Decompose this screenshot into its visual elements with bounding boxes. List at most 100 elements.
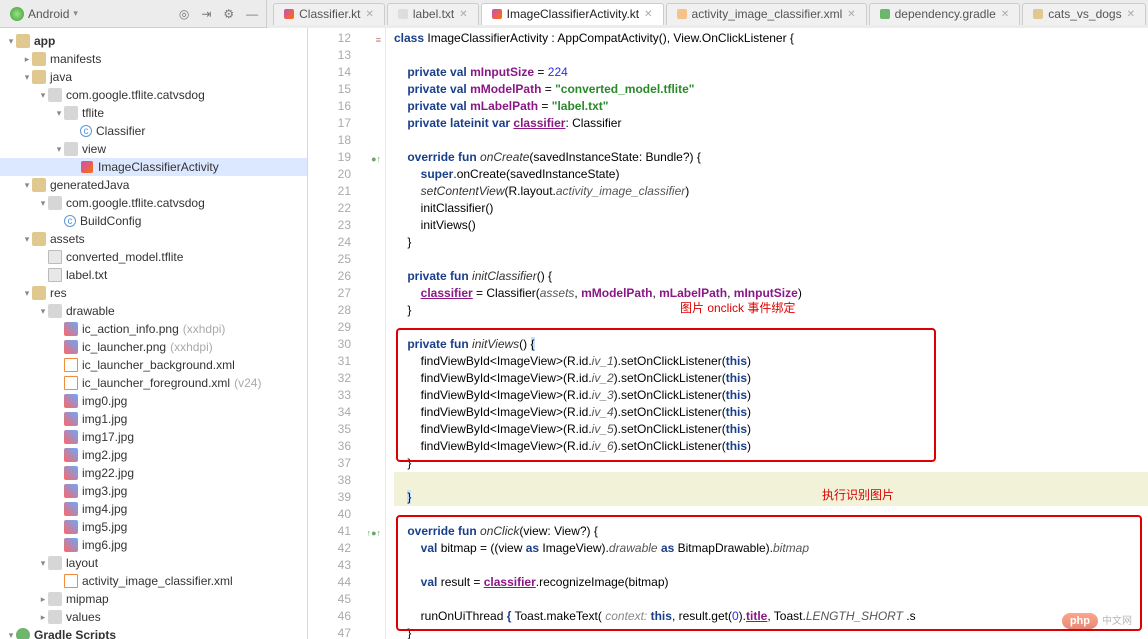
tree-classifier[interactable]: cClassifier [0,122,307,140]
xml-icon [64,358,78,372]
folder-icon [32,232,46,246]
tree-values[interactable]: ▸values [0,608,307,626]
tab-cats-vs-dogs[interactable]: cats_vs_dogs✕ [1022,3,1146,25]
chevron-down-icon: ▾ [73,8,78,19]
tree-img2-jpg[interactable]: img2.jpg [0,446,307,464]
img2-icon [64,430,78,444]
gear-icon[interactable]: ⚙ [223,7,234,21]
tree-res[interactable]: ▾res [0,284,307,302]
tree-ic-action-info-png[interactable]: ic_action_info.png(xxhdpi) [0,320,307,338]
tree-ic-launcher-background-xml[interactable]: ic_launcher_background.xml [0,356,307,374]
img2-icon [64,466,78,480]
tree-buildconfig[interactable]: cBuildConfig [0,212,307,230]
tree-img3-jpg[interactable]: img3.jpg [0,482,307,500]
tree-img22-jpg[interactable]: img22.jpg [0,464,307,482]
pkg-icon [64,106,78,120]
pkg-icon [64,142,78,156]
xml-icon [64,574,78,588]
tab-activity-image-classifier-xml[interactable]: activity_image_classifier.xml✕ [666,3,867,25]
close-icon[interactable]: ✕ [1127,9,1135,20]
tab-imageclassifieractivity-kt[interactable]: ImageClassifierActivity.kt✕ [481,3,664,25]
folder-icon [32,286,46,300]
tree-tflite[interactable]: ▾tflite [0,104,307,122]
tree-arrow-icon: ▾ [38,90,48,101]
project-selector[interactable]: Android ▾ [0,7,88,21]
tree-view[interactable]: ▾view [0,140,307,158]
tree-arrow-icon: ▾ [22,180,32,191]
tree-img17-jpg[interactable]: img17.jpg [0,428,307,446]
folder-icon [16,34,30,48]
tree-arrow-icon: ▾ [22,234,32,245]
gutter: 12≡13141516171819●↑202122232425262728293… [308,28,386,639]
collapse-icon[interactable]: ⇥ [201,7,211,21]
android-icon [10,7,24,21]
tree-com-google-tflite-catvsdog[interactable]: ▾com.google.tflite.catvsdog [0,194,307,212]
project-name: Android [28,7,69,21]
tab-dependency-gradle[interactable]: dependency.gradle✕ [869,3,1021,25]
tree-img0-jpg[interactable]: img0.jpg [0,392,307,410]
target-icon[interactable]: ◎ [179,7,189,21]
close-icon[interactable]: ✕ [366,9,374,20]
gradle-icon [16,628,30,639]
tree-manifests[interactable]: ▸manifests [0,50,307,68]
tree-ic-launcher-png[interactable]: ic_launcher.png(xxhdpi) [0,338,307,356]
close-icon[interactable]: ✕ [644,9,652,20]
project-tree[interactable]: ▾app▸manifests▾java▾com.google.tflite.ca… [0,28,308,639]
pkg-icon [48,556,62,570]
pkg-icon [48,304,62,318]
tree-label-txt[interactable]: label.txt [0,266,307,284]
img2-icon [64,538,78,552]
tree-arrow-icon: ▾ [6,36,16,47]
watermark: php中文网 [1062,612,1132,627]
toolbar-icons: ◎ ⇥ ⚙ — [179,7,266,21]
close-icon[interactable]: ✕ [459,9,467,20]
tree-img6-jpg[interactable]: img6.jpg [0,536,307,554]
tree-ic-launcher-foreground-xml[interactable]: ic_launcher_foreground.xml(v24) [0,374,307,392]
minimize-icon[interactable]: — [246,7,258,21]
img2-icon [64,340,78,354]
txt-icon [398,9,408,19]
tree-com-google-tflite-catvsdog[interactable]: ▾com.google.tflite.catvsdog [0,86,307,104]
tree-img1-jpg[interactable]: img1.jpg [0,410,307,428]
img2-icon [64,448,78,462]
code-area[interactable]: class ImageClassifierActivity : AppCompa… [386,28,1148,639]
file-icon [48,250,62,264]
tree-img4-jpg[interactable]: img4.jpg [0,500,307,518]
tree-assets[interactable]: ▾assets [0,230,307,248]
tree-arrow-icon: ▾ [38,306,48,317]
tree-arrow-icon: ▾ [38,558,48,569]
cls-icon: c [80,125,92,137]
tree-app[interactable]: ▾app [0,32,307,50]
tree-arrow-icon: ▸ [38,594,48,605]
kt-icon [284,9,294,19]
tree-converted-model-tflite[interactable]: converted_model.tflite [0,248,307,266]
close-icon[interactable]: ✕ [847,9,855,20]
tree-layout[interactable]: ▾layout [0,554,307,572]
tree-generatedjava[interactable]: ▾generatedJava [0,176,307,194]
tree-arrow-icon: ▾ [54,108,64,119]
tree-arrow-icon: ▸ [38,612,48,623]
close-icon[interactable]: ✕ [1001,9,1009,20]
folder-icon [32,52,46,66]
tree-drawable[interactable]: ▾drawable [0,302,307,320]
pkg-icon [48,592,62,606]
tree-arrow-icon: ▾ [22,288,32,299]
img2-icon [64,484,78,498]
tab-label-txt[interactable]: label.txt✕ [387,3,479,25]
topbar: Android ▾ ◎ ⇥ ⚙ — Classifier.kt✕label.tx… [0,0,1148,28]
code-editor[interactable]: 12≡13141516171819●↑202122232425262728293… [308,28,1148,639]
tree-java[interactable]: ▾java [0,68,307,86]
tree-mipmap[interactable]: ▸mipmap [0,590,307,608]
folder-icon [32,178,46,192]
folder-icon [32,70,46,84]
tree-img5-jpg[interactable]: img5.jpg [0,518,307,536]
img2-icon [64,520,78,534]
img2-icon [64,322,78,336]
tree-imageclassifieractivity[interactable]: ImageClassifierActivity [0,158,307,176]
tree-arrow-icon: ▸ [22,54,32,65]
tree-gradle-scripts[interactable]: ▾Gradle Scripts [0,626,307,639]
tree-arrow-icon: ▾ [38,198,48,209]
tree-arrow-icon: ▾ [54,144,64,155]
tab-classifier-kt[interactable]: Classifier.kt✕ [273,3,385,25]
tree-activity-image-classifier-xml[interactable]: activity_image_classifier.xml [0,572,307,590]
